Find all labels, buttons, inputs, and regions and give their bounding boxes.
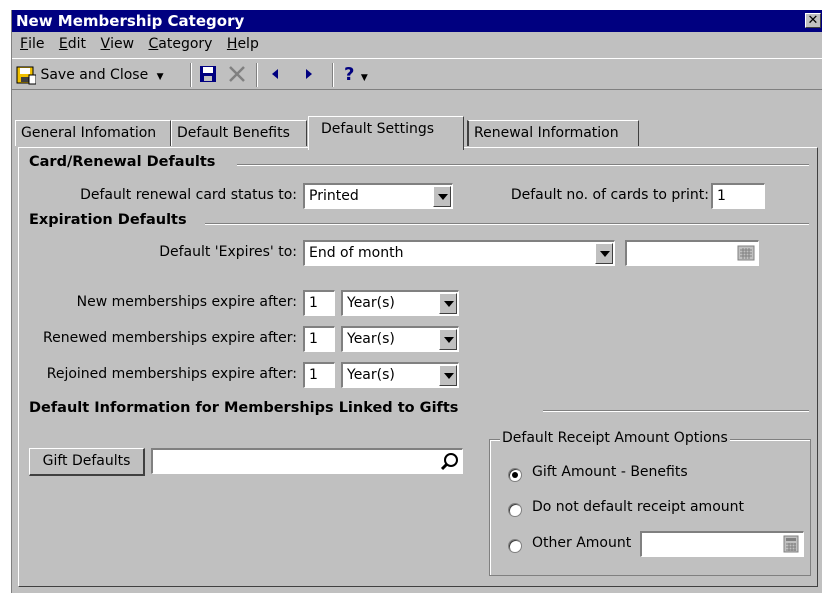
- default-expires-label: Default 'Expires' to:: [159, 244, 297, 260]
- chevron-down-icon[interactable]: [439, 329, 457, 350]
- tab-general-information[interactable]: General Infomation: [15, 120, 171, 146]
- menu-view[interactable]: View: [101, 33, 135, 55]
- cards-to-print-input[interactable]: 1: [711, 183, 765, 209]
- receipt-amount-options-label: Default Receipt Amount Options: [500, 430, 730, 446]
- help-button[interactable]: ? ▼: [344, 63, 368, 87]
- other-amount-label: Other Amount: [532, 535, 632, 551]
- default-expires-select[interactable]: End of month: [303, 240, 615, 266]
- title-bar: New Membership Category ✕: [12, 10, 822, 32]
- arrow-right-icon: [306, 68, 312, 79]
- new-expire-number-input[interactable]: 1: [303, 290, 335, 316]
- do-not-default-receipt-label: Do not default receipt amount: [532, 499, 744, 515]
- other-amount-radio[interactable]: [508, 539, 522, 553]
- renewed-expire-number-input[interactable]: 1: [303, 326, 335, 352]
- other-amount-input[interactable]: [640, 531, 804, 557]
- rejoined-expire-unit-select[interactable]: Year(s): [341, 362, 459, 388]
- renewed-expire-unit-select[interactable]: Year(s): [341, 326, 459, 352]
- renewed-expire-label: Renewed memberships expire after:: [43, 330, 297, 346]
- expiration-defaults-header: Expiration Defaults: [29, 212, 187, 228]
- floppy-disk-icon: [200, 65, 216, 82]
- renewal-card-status-label: Default renewal card status to:: [80, 187, 297, 203]
- new-expire-unit-select[interactable]: Year(s): [341, 290, 459, 316]
- chevron-down-icon[interactable]: [439, 365, 457, 386]
- gift-defaults-button[interactable]: Gift Defaults: [29, 448, 145, 476]
- close-button[interactable]: ✕: [805, 13, 821, 28]
- gift-defaults-header: Default Information for Memberships Link…: [29, 400, 459, 416]
- previous-record-button[interactable]: [268, 63, 282, 87]
- chevron-down-icon[interactable]: [433, 186, 451, 207]
- membership-category-window: New Membership Category ✕ File Edit View…: [11, 10, 822, 593]
- expires-date-input[interactable]: [625, 240, 759, 266]
- chevron-down-icon[interactable]: ▼: [157, 72, 164, 82]
- save-and-close-button[interactable]: Save and Close ▼: [16, 63, 164, 87]
- menu-bar: File Edit View Category Help: [12, 33, 822, 55]
- cards-to-print-label: Default no. of cards to print:: [510, 187, 709, 203]
- tab-renewal-information[interactable]: Renewal Information: [467, 120, 639, 146]
- menu-edit[interactable]: Edit: [59, 33, 86, 55]
- menu-help[interactable]: Help: [227, 33, 259, 55]
- help-icon: ?: [344, 64, 355, 85]
- window-title: New Membership Category: [16, 12, 245, 30]
- new-expire-label: New memberships expire after:: [76, 294, 297, 310]
- search-icon[interactable]: [440, 452, 460, 472]
- save-close-icon: [16, 66, 37, 85]
- menu-file[interactable]: File: [20, 33, 44, 55]
- tab-default-settings[interactable]: Default Settings: [308, 116, 464, 150]
- receipt-amount-options-group: Default Receipt Amount Options Gift Amou…: [489, 430, 811, 576]
- arrow-left-icon: [272, 68, 278, 79]
- rejoined-expire-label: Rejoined memberships expire after:: [46, 366, 297, 382]
- chevron-down-icon[interactable]: [595, 243, 613, 264]
- menu-category[interactable]: Category: [148, 33, 212, 55]
- save-close-label: Save and Close: [40, 67, 149, 83]
- delete-x-icon: [229, 65, 245, 82]
- gift-amount-benefits-label: Gift Amount - Benefits: [532, 464, 688, 480]
- card-renewal-header: Card/Renewal Defaults: [29, 154, 216, 170]
- do-not-default-receipt-radio[interactable]: [508, 503, 522, 517]
- delete-button[interactable]: [226, 63, 248, 87]
- calendar-icon[interactable]: [736, 244, 756, 262]
- calculator-icon[interactable]: [781, 535, 801, 553]
- tab-strip: General Infomation Default Benefits Defa…: [12, 116, 822, 150]
- chevron-down-icon[interactable]: [439, 293, 457, 314]
- rejoined-expire-number-input[interactable]: 1: [303, 362, 335, 388]
- renewal-card-status-select[interactable]: Printed: [303, 183, 453, 209]
- default-settings-panel: Card/Renewal Defaults Default renewal ca…: [18, 147, 818, 587]
- save-button[interactable]: [198, 63, 218, 87]
- toolbar: Save and Close ▼ ? ▼: [12, 58, 822, 90]
- gift-defaults-input[interactable]: [151, 448, 463, 474]
- help-dropdown-icon[interactable]: ▼: [361, 73, 368, 83]
- gift-amount-benefits-radio[interactable]: [508, 468, 522, 482]
- next-record-button[interactable]: [302, 63, 316, 87]
- tab-default-benefits[interactable]: Default Benefits: [171, 120, 307, 146]
